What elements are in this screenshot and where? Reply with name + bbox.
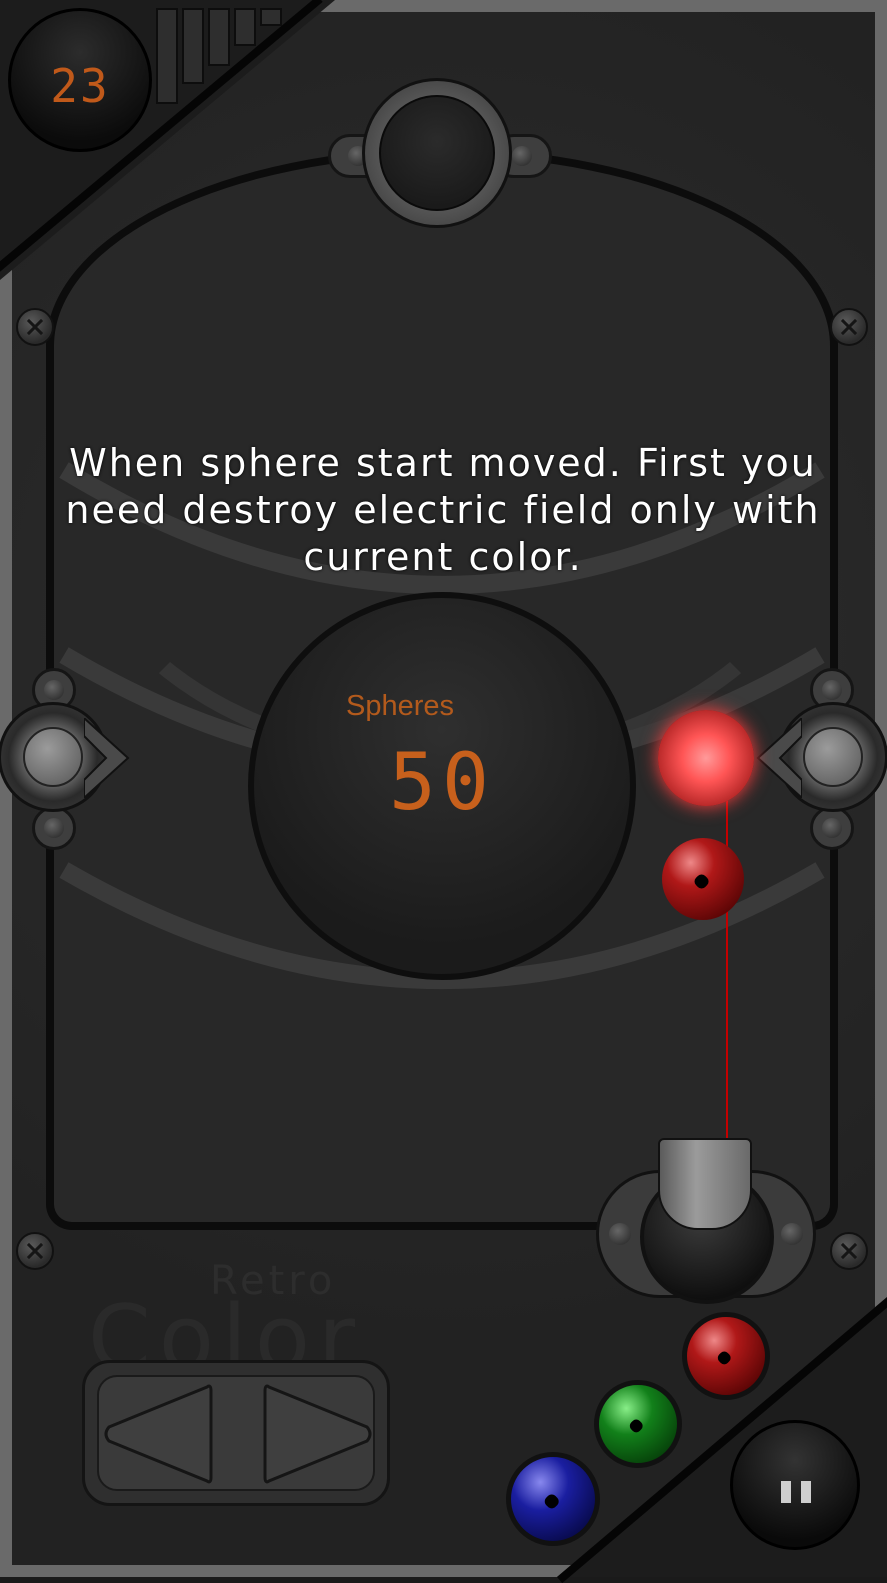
level-counter: 23 (8, 8, 152, 152)
tutorial-text: When sphere start moved. First you need … (65, 441, 821, 579)
queue-sphere-green (594, 1380, 682, 1468)
triangle-left-icon[interactable] (103, 1381, 213, 1487)
bolt-icon (44, 818, 64, 838)
spheres-count: 50 (389, 738, 495, 828)
screw-icon (830, 1232, 868, 1270)
electric-field-sphere (658, 710, 754, 806)
top-emitter-core (379, 95, 495, 211)
bolt-icon (822, 818, 842, 838)
right-emitter-cap (803, 727, 863, 787)
queue-sphere-blue (506, 1452, 600, 1546)
cannon-barrel[interactable] (658, 1138, 752, 1230)
level-bar (182, 8, 204, 84)
moving-sphere-red (662, 838, 744, 920)
screw-icon (16, 308, 54, 346)
chevron-left-icon (756, 718, 802, 798)
right-emitter-lug (810, 806, 854, 850)
queue-sphere-red (682, 1312, 770, 1400)
pause-button[interactable] (730, 1420, 860, 1550)
bolt-icon (44, 680, 64, 700)
spheres-label: Spheres (345, 690, 454, 722)
level-bar (260, 8, 282, 26)
bolt-icon (781, 1223, 803, 1245)
pause-icon (801, 1481, 811, 1503)
screw-icon (16, 1232, 54, 1270)
level-bar (208, 8, 230, 66)
left-emitter-lug (32, 806, 76, 850)
bolt-icon (512, 146, 532, 166)
direction-pad-inner (97, 1375, 375, 1491)
level-bar (234, 8, 256, 46)
direction-pad (82, 1360, 390, 1506)
chevron-right-icon (84, 718, 130, 798)
left-emitter-cap (23, 727, 83, 787)
level-number: 23 (50, 59, 110, 113)
bolt-icon (822, 680, 842, 700)
triangle-right-icon[interactable] (263, 1381, 373, 1487)
top-emitter (362, 78, 512, 228)
level-bar (156, 8, 178, 104)
pause-icon (781, 1481, 791, 1503)
bolt-icon (609, 1223, 631, 1245)
spheres-counter-disc: Spheres 50 (248, 592, 636, 980)
screw-icon (830, 308, 868, 346)
